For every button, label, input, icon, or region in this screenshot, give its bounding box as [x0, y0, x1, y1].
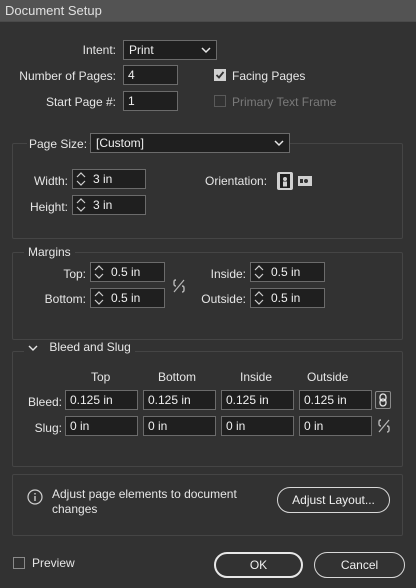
margin-inside-value: 0.5 in [271, 265, 301, 279]
orientation-label: Orientation: [205, 174, 268, 188]
document-setup-dialog: Intent: Print Number of Pages: 4 Start P… [0, 22, 416, 588]
page-size-value: [Custom] [96, 136, 145, 150]
margin-inside-label: Inside: [210, 267, 246, 281]
landscape-orientation-icon[interactable] [297, 172, 313, 190]
bleed-slug-title: Bleed and Slug [49, 340, 131, 354]
margin-bottom-label: Bottom: [44, 292, 86, 306]
unlinked-chain-icon[interactable] [172, 278, 186, 294]
stepper-icon[interactable] [75, 197, 89, 213]
chevron-down-icon [274, 137, 284, 151]
bleed-outside-input[interactable]: 0.125 in [299, 390, 372, 410]
preview-checkbox[interactable] [13, 557, 25, 569]
width-label: Width: [33, 174, 68, 188]
start-page-input[interactable]: 1 [123, 91, 178, 111]
margin-bottom-value: 0.5 in [111, 291, 141, 305]
col-outside-header: Outside [307, 370, 349, 384]
bleed-inside-input[interactable]: 0.125 in [221, 390, 294, 410]
window-title: Document Setup [0, 0, 416, 22]
intent-value: Print [129, 43, 154, 57]
slug-top-input[interactable]: 0 in [65, 416, 138, 436]
col-inside-header: Inside [240, 370, 273, 384]
chevron-down-icon [28, 345, 38, 351]
bleed-bottom-input[interactable]: 0.125 in [143, 390, 216, 410]
adjust-layout-message: Adjust page elements to document changes [52, 487, 237, 516]
width-input[interactable]: 3 in [72, 169, 146, 189]
height-value: 3 in [93, 198, 113, 212]
facing-pages-checkbox[interactable] [214, 69, 226, 81]
portrait-orientation-icon[interactable] [277, 172, 293, 190]
margin-top-value: 0.5 in [111, 265, 141, 279]
col-top-header: Top [91, 370, 111, 384]
stepper-icon[interactable] [253, 264, 267, 280]
intent-label: Intent: [82, 43, 116, 57]
adjust-layout-button[interactable]: Adjust Layout... [277, 487, 390, 513]
bleed-slug-header[interactable]: Bleed and Slug [24, 340, 135, 354]
primary-text-frame-label: Primary Text Frame [232, 95, 337, 109]
num-pages-label: Number of Pages: [19, 69, 116, 83]
margin-inside-input[interactable]: 0.5 in [250, 262, 325, 282]
page-size-label: Page Size: [27, 137, 90, 151]
page-size-group [12, 143, 403, 239]
stepper-icon[interactable] [93, 264, 107, 280]
margin-outside-value: 0.5 in [271, 291, 301, 305]
margin-bottom-input[interactable]: 0.5 in [90, 288, 165, 308]
margin-top-label: Top: [63, 267, 86, 281]
preview-label: Preview [32, 556, 75, 570]
stepper-icon[interactable] [75, 171, 89, 187]
start-page-label: Start Page #: [45, 95, 116, 109]
slug-label: Slug: [34, 421, 62, 435]
num-pages-input[interactable]: 4 [123, 65, 178, 85]
checkmark-icon [215, 71, 225, 79]
slug-outside-input[interactable]: 0 in [299, 416, 372, 436]
linked-chain-icon[interactable] [375, 391, 391, 409]
primary-text-frame-checkbox[interactable] [214, 95, 226, 107]
margin-top-input[interactable]: 0.5 in [90, 262, 165, 282]
ok-button[interactable]: OK [214, 552, 303, 578]
facing-pages-label: Facing Pages [232, 69, 306, 83]
bleed-label: Bleed: [27, 395, 62, 409]
height-input[interactable]: 3 in [72, 195, 146, 215]
page-size-select[interactable]: [Custom] [90, 133, 290, 153]
slug-bottom-input[interactable]: 0 in [143, 416, 216, 436]
intent-select[interactable]: Print [123, 40, 217, 60]
width-value: 3 in [93, 172, 113, 186]
bleed-top-input[interactable]: 0.125 in [65, 390, 138, 410]
margins-title: Margins [24, 245, 75, 259]
unlinked-chain-icon[interactable] [377, 418, 391, 434]
info-icon [27, 489, 43, 505]
stepper-icon[interactable] [253, 290, 267, 306]
height-label: Height: [29, 200, 68, 214]
margin-outside-label: Outside: [201, 292, 246, 306]
slug-inside-input[interactable]: 0 in [221, 416, 294, 436]
margin-outside-input[interactable]: 0.5 in [250, 288, 325, 308]
col-bottom-header: Bottom [158, 370, 197, 384]
cancel-button[interactable]: Cancel [314, 552, 405, 578]
chevron-down-icon [201, 44, 211, 58]
stepper-icon[interactable] [93, 290, 107, 306]
